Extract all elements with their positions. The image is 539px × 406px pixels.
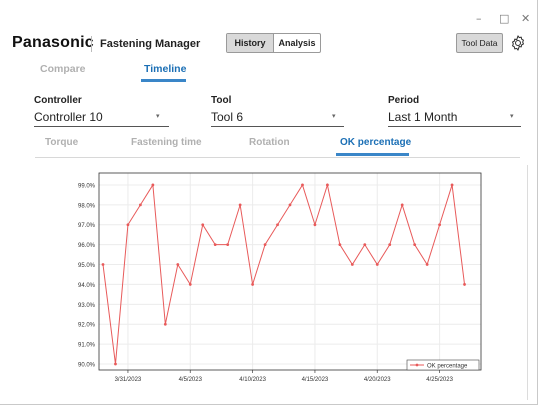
- data-point: [213, 243, 217, 247]
- x-tick-label: 4/5/2023: [179, 377, 203, 383]
- x-tick-label: 4/15/2023: [302, 377, 329, 383]
- data-point: [301, 183, 304, 187]
- tab-compare[interactable]: Compare: [40, 63, 86, 75]
- y-tick-label: 93.0%: [78, 303, 96, 309]
- tab-fastening-time[interactable]: Fastening time: [131, 137, 202, 148]
- tool-select[interactable]: Tool 6: [211, 110, 243, 124]
- data-point: [101, 263, 105, 266]
- controller-label: Controller: [34, 95, 82, 106]
- tool-label: Tool: [211, 95, 232, 106]
- y-tick-label: 96.0%: [78, 243, 96, 249]
- mode-switch: History Analysis: [226, 33, 321, 53]
- y-tick-label: 97.0%: [78, 223, 96, 229]
- legend-label: OK percentage: [427, 363, 468, 369]
- data-point: [313, 223, 317, 227]
- period-label: Period: [388, 95, 420, 106]
- tab-indicator: [141, 79, 186, 82]
- data-point: [276, 223, 279, 227]
- metric-tab-indicator: [336, 153, 409, 156]
- brand-logo: Panasonic: [12, 34, 94, 51]
- header-divider: [91, 36, 92, 52]
- data-point: [288, 203, 292, 207]
- data-point: [163, 322, 167, 326]
- data-point: [176, 263, 180, 266]
- tab-rotation[interactable]: Rotation: [249, 137, 290, 148]
- data-point: [238, 203, 242, 207]
- data-point: [139, 203, 142, 207]
- data-point: [338, 243, 342, 247]
- y-tick-label: 99.0%: [78, 183, 96, 189]
- analysis-button[interactable]: Analysis: [274, 34, 320, 52]
- y-tick-label: 94.0%: [78, 283, 96, 289]
- gear-icon[interactable]: [509, 34, 527, 52]
- maximize-button[interactable]: □: [499, 12, 509, 25]
- tab-torque[interactable]: Torque: [45, 137, 78, 148]
- data-point: [375, 263, 379, 266]
- legend-marker: [415, 363, 419, 367]
- chevron-down-icon[interactable]: ▾: [332, 112, 336, 120]
- chevron-down-icon[interactable]: ▾: [156, 112, 160, 120]
- data-point: [413, 243, 417, 247]
- data-point: [188, 283, 192, 286]
- y-tick-label: 92.0%: [78, 323, 96, 329]
- x-tick-label: 4/25/2023: [426, 377, 453, 383]
- data-point: [251, 283, 255, 286]
- y-tick-label: 91.0%: [78, 343, 96, 349]
- period-underline: [388, 126, 521, 127]
- chevron-down-icon[interactable]: ▾: [510, 112, 514, 120]
- metric-tabs-divider: [35, 157, 520, 158]
- data-point: [463, 283, 466, 286]
- data-point: [226, 243, 230, 247]
- data-point: [350, 263, 354, 266]
- series-line: [102, 182, 466, 365]
- x-tick-label: 4/20/2023: [364, 377, 391, 383]
- controller-select[interactable]: Controller 10: [34, 110, 103, 124]
- tool-underline: [211, 126, 344, 127]
- data-point: [388, 243, 392, 247]
- y-tick-label: 98.0%: [78, 203, 96, 209]
- plot-frame: [98, 172, 482, 371]
- y-tick-label: 95.0%: [78, 263, 96, 269]
- data-point: [326, 183, 329, 187]
- history-button[interactable]: History: [227, 34, 274, 52]
- data-point: [450, 183, 454, 187]
- period-select[interactable]: Last 1 Month: [388, 110, 457, 124]
- controller-underline: [34, 126, 169, 127]
- data-point: [400, 203, 404, 207]
- scrollbar-track[interactable]: [527, 165, 528, 400]
- minimize-button[interactable]: –: [476, 12, 482, 25]
- tab-ok-percentage[interactable]: OK percentage: [340, 137, 411, 148]
- x-tick-label: 3/31/2023: [115, 377, 142, 383]
- data-point: [263, 243, 267, 247]
- data-point: [363, 243, 367, 247]
- data-point: [438, 223, 441, 227]
- ok-percentage-chart: 90.0% 91.0% 92.0% 93.0% 94.0% 95.0% 96.0% 97.0%…: [78, 172, 482, 383]
- x-tick-label: 4/10/2023: [239, 377, 266, 383]
- y-tick-label: 90.0%: [78, 363, 96, 369]
- data-point: [151, 183, 155, 187]
- close-button[interactable]: ✕: [521, 12, 530, 25]
- tab-timeline[interactable]: Timeline: [144, 63, 186, 75]
- data-point: [425, 263, 429, 266]
- app-title: Fastening Manager: [100, 38, 201, 50]
- data-point: [114, 362, 117, 366]
- data-point: [201, 223, 205, 227]
- tool-data-button[interactable]: Tool Data: [456, 33, 503, 53]
- data-point: [126, 223, 130, 227]
